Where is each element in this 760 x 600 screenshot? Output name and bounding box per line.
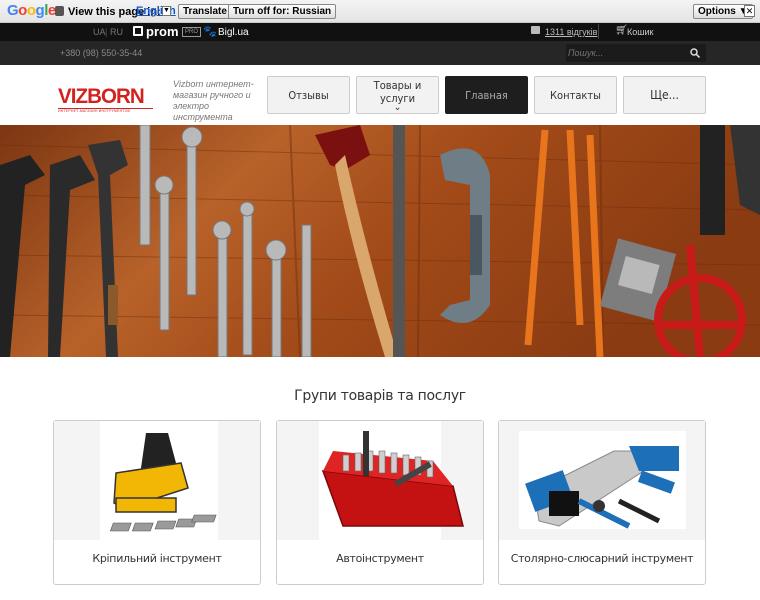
site-tagline: Vizborn интернет-магазин ручного и элект… [173, 79, 254, 122]
card-image [277, 421, 483, 540]
hero-banner [0, 125, 760, 357]
section-title: Групи товарів та послуг [294, 388, 466, 404]
search-input[interactable] [568, 45, 683, 61]
top-bar: UA | RU prom PRO 🐾 Bigl.ua 1311 відгуків… [0, 23, 760, 41]
cart-link[interactable]: Кошик [627, 27, 653, 37]
translate-bar: Google View this page in: English ▼ Tran… [0, 0, 760, 23]
cart-icon[interactable]: 🛒︎ [615, 25, 628, 36]
tools-on-wood-image [0, 125, 760, 357]
search-box[interactable] [566, 44, 706, 62]
lang-uk[interactable]: UA [93, 27, 106, 37]
prom-icon [133, 26, 143, 36]
search-icon[interactable] [690, 48, 700, 58]
turn-off-button[interactable]: Turn off for: Russian [228, 4, 337, 19]
chevron-down-icon: ⌄ [393, 102, 402, 113]
close-icon[interactable]: ✕ [744, 5, 755, 17]
nav-home[interactable]: Главная [445, 76, 528, 114]
translate-button[interactable]: Translate [178, 4, 232, 19]
site-logo[interactable]: VIZBORN ИНТЕРНЕТ-МАГАЗИН ИНСТРУМЕНТОВ [58, 86, 153, 113]
comment-icon [531, 26, 540, 34]
category-card-auto-tools[interactable]: Автоінструмент [276, 420, 484, 585]
nav-products[interactable]: Товары и услуги ⌄ [356, 76, 439, 114]
reviews-link[interactable]: 1311 відгуків [545, 27, 597, 37]
google-logo: Google [7, 2, 56, 19]
phone-number[interactable]: +380 (98) 550-35-44 [60, 48, 142, 58]
card-image [54, 421, 260, 540]
contact-bar: +380 (98) 550-35-44 [0, 41, 760, 65]
paw-icon: 🐾 [203, 26, 217, 38]
bigl-link[interactable]: Bigl.ua [218, 27, 249, 38]
shield-icon [55, 6, 64, 16]
pro-badge: PRO [182, 27, 202, 37]
nav-contacts[interactable]: Контакты [534, 76, 617, 114]
lang-ru[interactable]: RU [110, 27, 123, 37]
nav-more[interactable]: Ще... [623, 76, 706, 114]
card-label[interactable]: Кріпильний інструмент [54, 552, 260, 565]
card-label[interactable]: Автоінструмент [277, 552, 483, 565]
nav-reviews[interactable]: Отзывы [267, 76, 350, 114]
card-image [499, 421, 705, 540]
category-card-joinery-tools[interactable]: Столярно-слюсарний інструмент [498, 420, 706, 585]
card-label[interactable]: Столярно-слюсарний інструмент [499, 552, 705, 565]
prom-logo[interactable]: prom [146, 24, 179, 39]
category-card-fasteners[interactable]: Кріпильний інструмент [53, 420, 261, 585]
chevron-down-icon[interactable]: ▼ [162, 6, 171, 16]
